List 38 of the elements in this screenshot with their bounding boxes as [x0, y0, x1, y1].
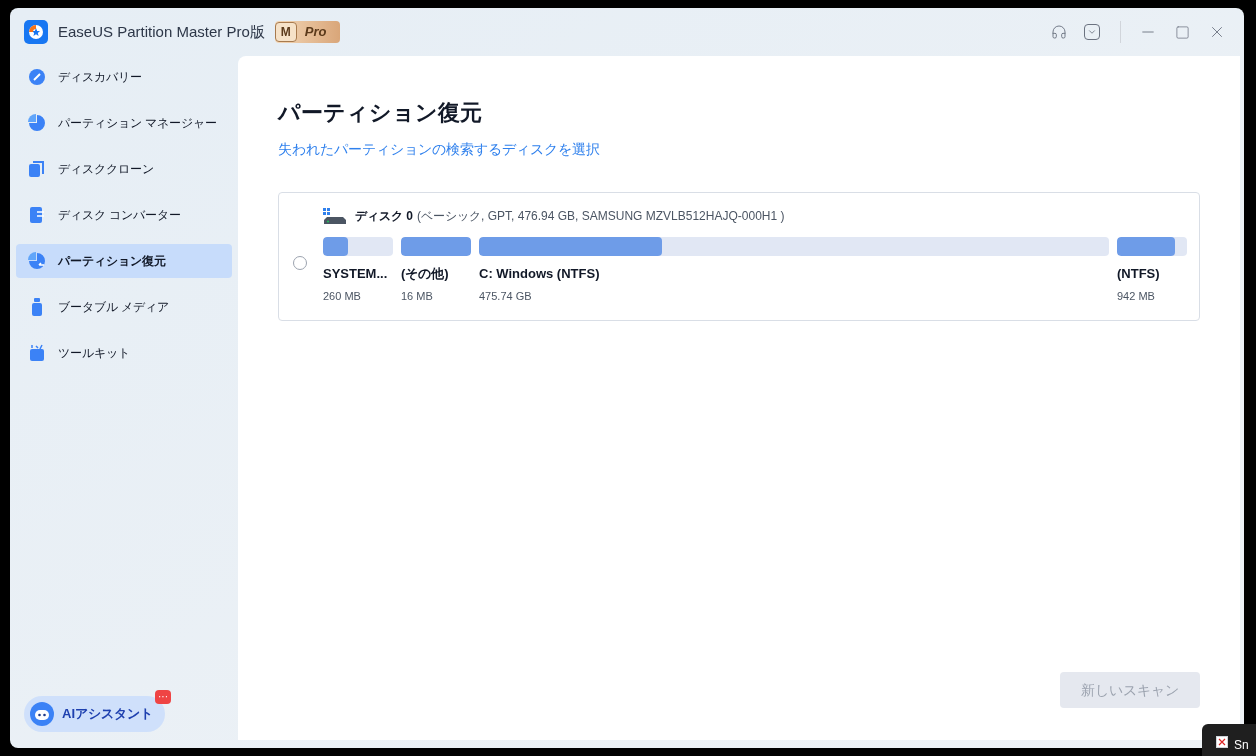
disk-label: ディスク 0 — [355, 208, 414, 225]
recovery-icon — [28, 252, 46, 270]
sidebar-item[interactable]: ディスカバリー — [16, 60, 232, 94]
sidebar-item[interactable]: ツールキット — [16, 336, 232, 370]
clone-icon — [28, 160, 46, 178]
maximize-icon[interactable] — [1175, 24, 1190, 40]
partition-label: C: Windows (NTFS) — [479, 265, 601, 283]
taskbar-window-title: Sn — [1234, 737, 1249, 754]
partition-size: 260 MB — [323, 288, 362, 304]
sidebar-item[interactable]: パーティション復元 — [16, 244, 232, 278]
edition-label: Pro — [304, 23, 327, 42]
partition-size: 16 MB — [401, 288, 434, 304]
partition-label: (NTFS) — [1117, 265, 1161, 283]
manager-icon — [28, 114, 46, 132]
partition-size: 475.74 GB — [479, 288, 533, 304]
disk-details: (ベーシック, GPT, 476.94 GB, SAMSUNG MZVLB512HAJQ-000H1 ) — [417, 208, 785, 225]
dropdown-menu-icon[interactable] — [1084, 24, 1100, 40]
partition-label: (その他) — [401, 265, 450, 283]
robot-icon — [30, 702, 54, 726]
discovery-icon — [28, 68, 46, 86]
app-logo-icon — [24, 20, 48, 44]
taskbar-window-tab[interactable]: Sn — [1202, 724, 1256, 756]
disk-drive-icon — [323, 208, 347, 224]
partition-label: SYSTEM... — [323, 265, 389, 283]
sidebar-item[interactable]: ディスク コンバーター — [16, 198, 232, 232]
window-title: EaseUS Partition Master Pro版 — [58, 21, 265, 42]
edition-letter: M — [274, 22, 297, 42]
sidebar-item[interactable]: ディスククローン — [16, 152, 232, 186]
snipping-tool-icon — [1216, 736, 1228, 748]
partition-size: 942 MB — [1117, 288, 1156, 304]
sidebar-item[interactable]: ブータブル メディア — [16, 290, 232, 324]
converter-icon — [28, 206, 46, 224]
sidebar-item[interactable]: パーティション マネージャー — [16, 106, 232, 140]
page-subtitle: 失われたパーティションの検索するディスクを選択 — [278, 140, 601, 159]
disk-card[interactable]: ディスク 0 (ベーシック, GPT, 476.94 GB, SAMSUNG MZVLB512HAJQ-000H1 ) SYSTEM... 260 MB (その他) 16 MB C: Windows (NTFS) 475.74 GB (NTFS) 942 MB — [278, 192, 1200, 321]
page-title: パーティション復元 — [278, 99, 483, 127]
toolkit-icon — [28, 344, 46, 362]
chat-badge: ··· — [155, 690, 171, 704]
